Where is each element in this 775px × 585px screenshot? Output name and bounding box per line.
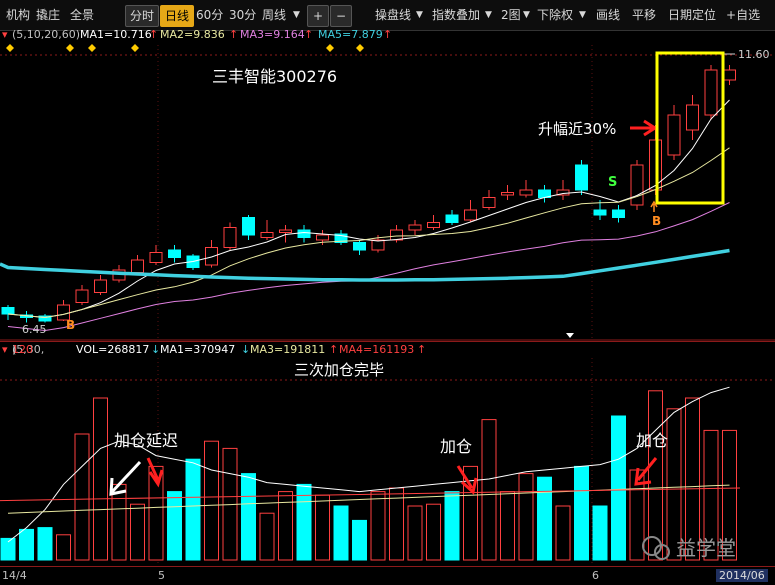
candle-body <box>75 289 89 303</box>
diamond-marker-icon <box>66 44 74 52</box>
volume-bar <box>592 505 608 561</box>
ma10-line <box>7 147 730 319</box>
candle-body <box>501 192 514 196</box>
ma60-line <box>0 248 730 282</box>
candle-body <box>149 252 163 263</box>
volume-bar <box>333 505 349 561</box>
volume-bar <box>56 534 71 561</box>
diamond-marker-icon <box>88 44 96 52</box>
buy-marker-left: B <box>66 318 75 332</box>
small-down-triangle-icon <box>566 333 574 338</box>
high-price-label: 11.60 <box>738 48 770 61</box>
candle-body <box>279 229 292 233</box>
date-axis: 14/4 5 6 2014/06 <box>0 566 775 585</box>
buy-marker-right: B <box>652 214 661 228</box>
diamond-marker-icon <box>356 44 364 52</box>
volume-bar <box>611 415 626 561</box>
vol-params-suffix: ) <box>12 343 17 356</box>
candle-body <box>519 189 533 196</box>
candle-body <box>1 307 15 315</box>
volume-bar <box>37 527 53 561</box>
volume-bar <box>19 528 34 561</box>
volume-bar <box>518 473 534 561</box>
month-5-label: 5 <box>158 569 165 582</box>
ma5-line <box>7 99 730 319</box>
candle-body <box>168 249 181 258</box>
candle-body <box>667 114 681 156</box>
red-arrow-icon <box>630 119 658 137</box>
vol-value: VOL=268817 <box>76 343 150 356</box>
volume-bar <box>389 487 404 561</box>
candle-body <box>575 164 588 191</box>
volume-bar <box>259 512 275 561</box>
candle-body <box>205 247 218 266</box>
sell-marker: S <box>608 175 617 190</box>
candle-body <box>260 232 274 238</box>
volume-bar <box>204 440 219 561</box>
vol-ma3-value: MA3=191811 <box>250 343 326 356</box>
volume-bar <box>352 519 367 561</box>
add-position-label-1: 加仓 <box>440 437 472 456</box>
candle-body <box>94 279 107 293</box>
candle-body <box>593 209 607 216</box>
volume-title: 三次加仓完毕 <box>294 361 384 379</box>
date-end-label: 2014/06 <box>716 569 768 582</box>
volume-bar <box>185 458 201 561</box>
diamond-marker-icon <box>131 44 139 52</box>
candle-body <box>131 259 144 273</box>
date-start-label: 14/4 <box>2 569 27 582</box>
diamond-marker-icon <box>6 44 14 52</box>
volume-bar <box>111 483 127 561</box>
stock-title: 三丰智能300276 <box>212 67 337 86</box>
candle-body <box>445 214 459 223</box>
diamond-marker-icon <box>326 44 334 52</box>
volume-bar <box>481 419 497 561</box>
volume-bar <box>315 494 330 561</box>
vol-ma1-value: MA1=370947 <box>160 343 236 356</box>
candle-body <box>316 234 329 241</box>
down-arrow-icon: ↓ <box>241 343 251 356</box>
month-6-label: 6 <box>592 569 599 582</box>
candle-body <box>297 229 311 238</box>
volume-indicator-bar: ▾ (5,30, 120) VOL=268817 ↓ MA1=370947 ↓ M… <box>0 341 775 358</box>
candle-body <box>630 164 644 206</box>
up-arrow-icon: ↑ <box>329 343 339 356</box>
candle-body <box>464 209 477 221</box>
candle-body <box>723 69 736 81</box>
volume-bar <box>167 491 182 561</box>
candle-body <box>242 217 255 236</box>
volume-bar <box>370 491 386 561</box>
vol-ma4-value: MA4=161193 <box>339 343 415 356</box>
volume-bar <box>500 491 515 561</box>
low-price-label: 6.45 <box>22 323 47 336</box>
candle-body <box>612 209 625 218</box>
candle-body <box>390 229 403 241</box>
volume-bar <box>426 503 441 561</box>
volume-bar <box>648 390 663 561</box>
candle-body <box>408 224 422 231</box>
up-arrow-icon: ↑ <box>417 343 427 356</box>
candle-body <box>427 222 440 228</box>
add-position-label-2: 加仓 <box>636 431 668 450</box>
down-arrow-icon: ↓ <box>151 343 161 356</box>
volume-bar <box>407 505 423 561</box>
candle-body <box>704 69 718 116</box>
delay-label: 加仓延迟 <box>114 431 178 450</box>
candle-body <box>482 197 496 208</box>
volume-bar <box>93 397 108 561</box>
rise-label: 升幅近30% <box>538 120 616 138</box>
volume-bar <box>74 433 90 561</box>
chart-canvas[interactable]: 11.60 6.45 三丰智能300276 升幅近30% S B B 三次加仓完毕加仓延迟 加… <box>0 0 775 584</box>
watermark-text: 益学堂 <box>676 536 736 560</box>
candle-body <box>223 227 237 248</box>
volume-bar <box>241 473 256 561</box>
collapse-icon[interactable]: ▾ <box>2 342 8 358</box>
candle-body <box>686 104 699 131</box>
volume-bar <box>130 503 145 561</box>
volume-bar <box>537 476 552 561</box>
candle-body <box>353 242 366 251</box>
volume-bar <box>574 465 589 561</box>
volume-bar <box>444 491 460 561</box>
volume-bar <box>555 505 571 561</box>
